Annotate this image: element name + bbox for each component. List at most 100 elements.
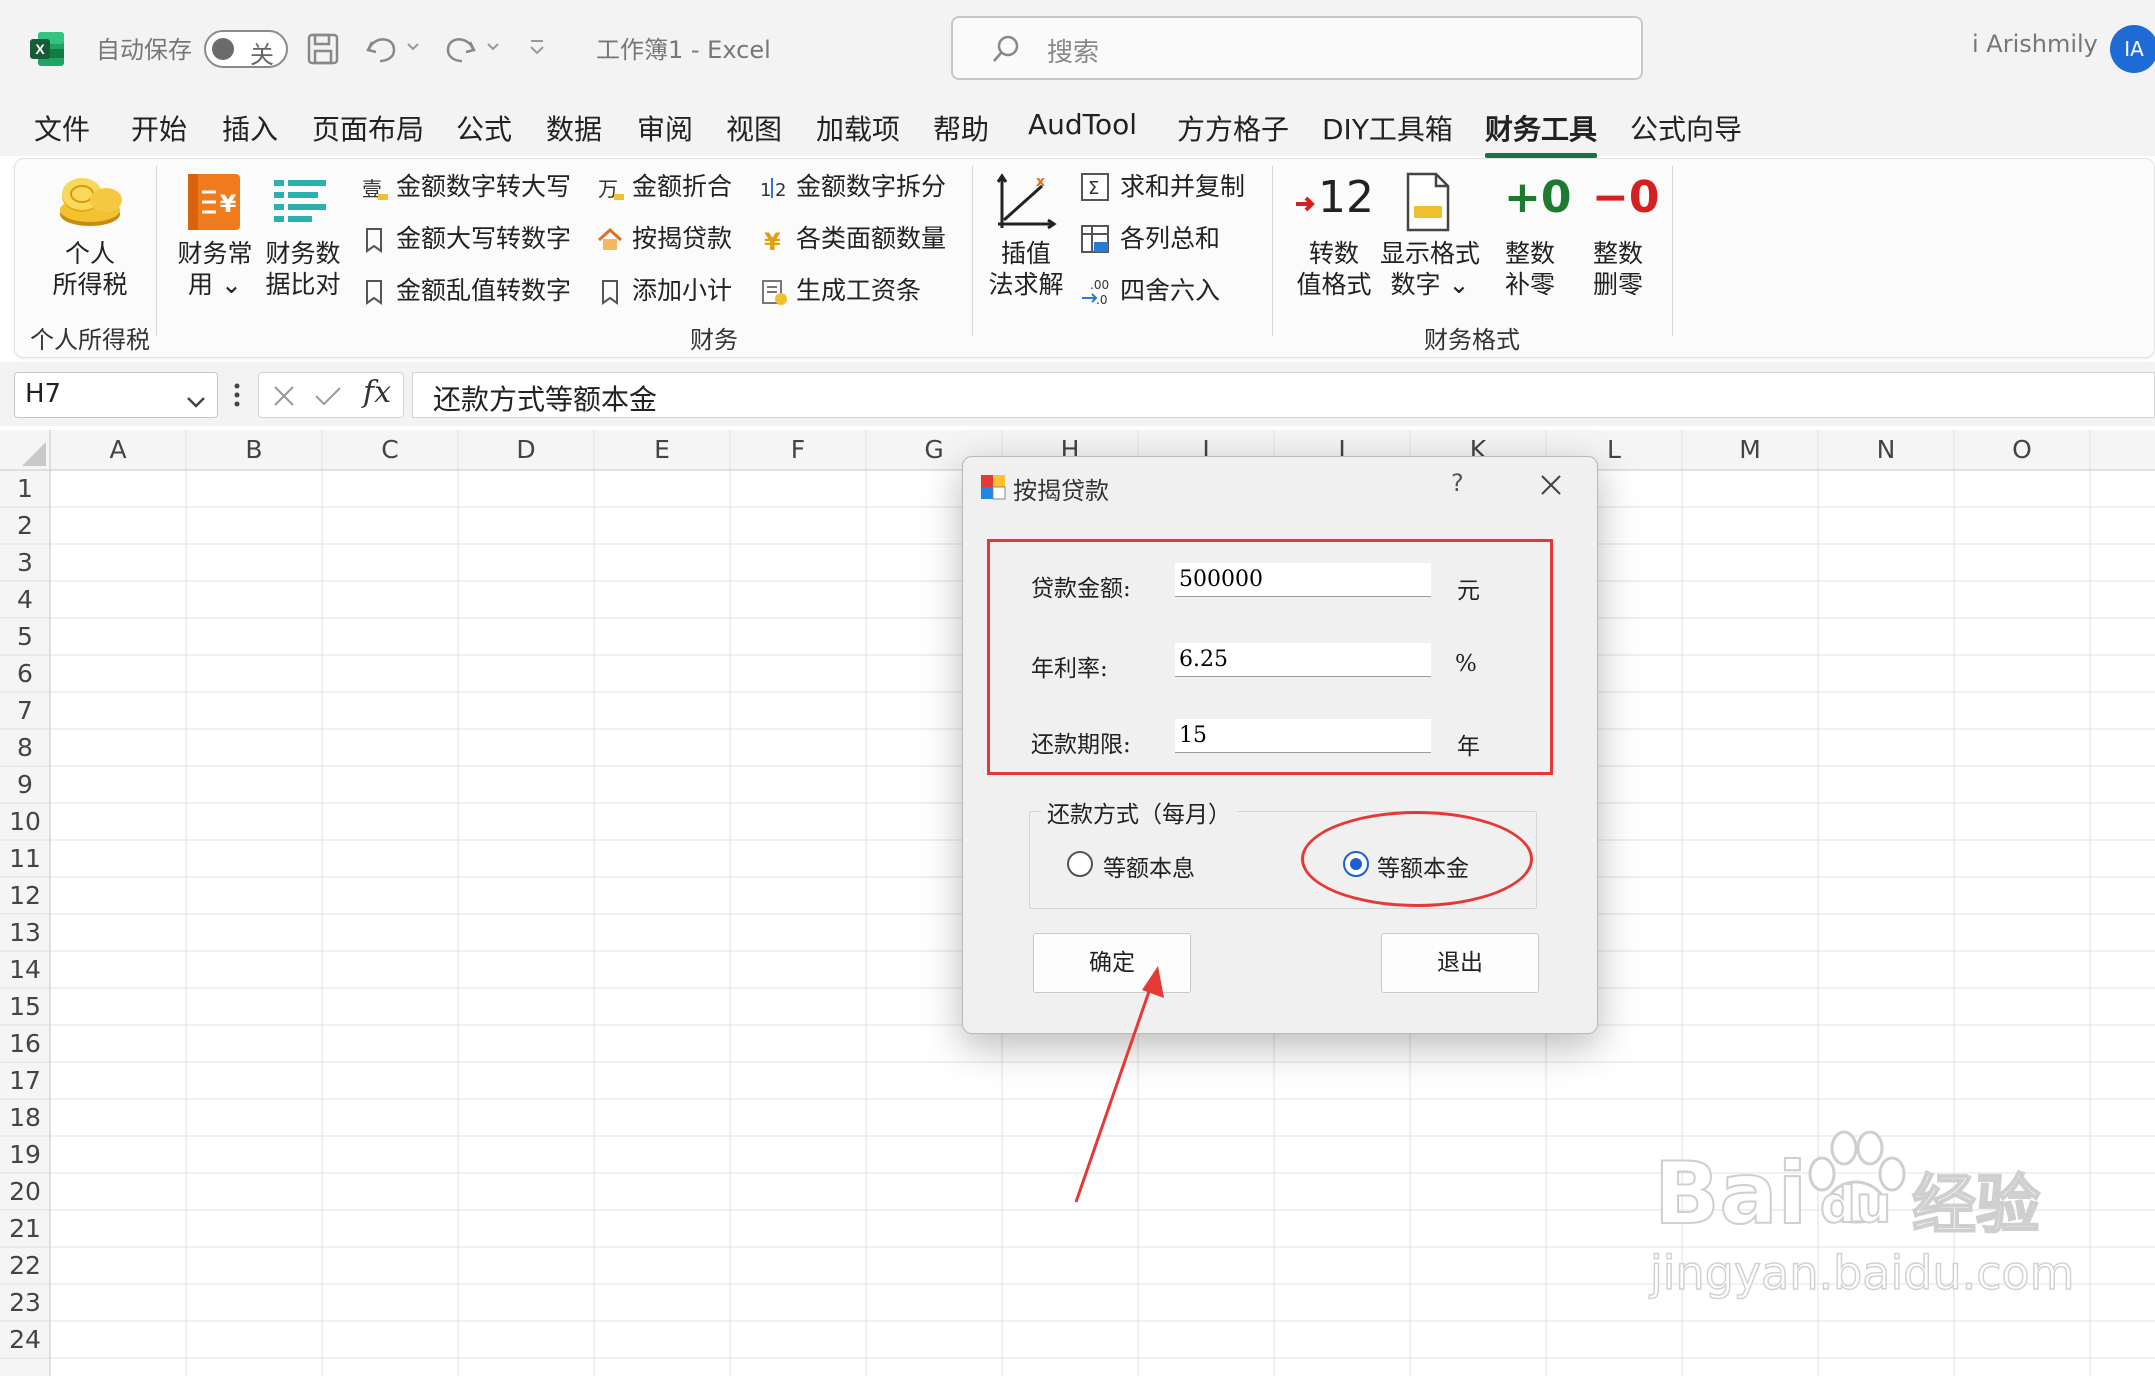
help-button[interactable]: ?: [1451, 469, 1464, 497]
personal-tax-button[interactable]: 个人 所得税: [40, 238, 140, 300]
display-format-button[interactable]: 显示格式 数字 ⌄: [1380, 238, 1480, 300]
column-header[interactable]: C: [322, 430, 458, 470]
save-icon[interactable]: [306, 32, 340, 66]
amount-to-uppercase-button[interactable]: 金额数字转大写: [396, 172, 571, 202]
name-box[interactable]: H7: [14, 372, 218, 418]
uppercase-to-amount-button[interactable]: 金额大写转数字: [396, 224, 571, 254]
column-header[interactable]: N: [1818, 430, 1954, 470]
row-header[interactable]: 17: [0, 1062, 50, 1099]
interpolation-button[interactable]: 插值 法求解: [984, 238, 1068, 300]
equal-payment-radio[interactable]: [1067, 851, 1093, 877]
denomination-count-button[interactable]: 各类面额数量: [796, 224, 946, 254]
messy-to-number-button[interactable]: 金额乱值转数字: [396, 276, 571, 306]
row-header[interactable]: 21: [0, 1210, 50, 1247]
column-header[interactable]: D: [458, 430, 594, 470]
split-amount-button[interactable]: 金额数字拆分: [796, 172, 946, 202]
convert-to-value-button[interactable]: 转数 值格式: [1288, 238, 1380, 300]
tab-addins[interactable]: 加载项: [816, 108, 900, 148]
tab-audtool[interactable]: AudTool: [1028, 108, 1137, 141]
confirm-check-icon[interactable]: [313, 383, 343, 409]
integer-pad-zero-button[interactable]: 整数 补零: [1490, 238, 1570, 300]
formula-bar: H7 fx 还款方式等额本金: [0, 362, 2155, 426]
tab-help[interactable]: 帮助: [933, 108, 989, 148]
finance-common-button[interactable]: 财务常 用 ⌄: [170, 238, 260, 300]
row-header[interactable]: 19: [0, 1136, 50, 1173]
tab-review[interactable]: 审阅: [637, 108, 693, 148]
equal-principal-label[interactable]: 等额本金: [1377, 849, 1469, 883]
mortgage-button[interactable]: 按揭贷款: [632, 224, 732, 254]
generate-payslip-button[interactable]: 生成工资条: [796, 276, 921, 306]
tab-formulas[interactable]: 公式: [456, 108, 512, 148]
tab-data[interactable]: 数据: [546, 108, 602, 148]
row-header[interactable]: 14: [0, 951, 50, 988]
round-four-six-button[interactable]: 四舍六入: [1120, 276, 1220, 306]
add-subtotal-button[interactable]: 添加小计: [632, 276, 732, 306]
cancel-icon[interactable]: [271, 383, 297, 409]
amount-conversion-button[interactable]: 金额折合: [632, 172, 732, 202]
row-header[interactable]: 10: [0, 803, 50, 840]
column-totals-button[interactable]: 各列总和: [1120, 224, 1220, 254]
more-options-icon[interactable]: [232, 380, 242, 410]
tab-finance-tools[interactable]: 财务工具: [1485, 108, 1598, 158]
tab-page-layout[interactable]: 页面布局: [312, 108, 424, 148]
sum-and-copy-button[interactable]: 求和并复制: [1120, 172, 1245, 202]
row-header[interactable]: 15: [0, 988, 50, 1025]
row-header[interactable]: 7: [0, 692, 50, 729]
user-name[interactable]: i Arishmily: [1972, 30, 2098, 58]
column-header[interactable]: B: [186, 430, 322, 470]
tab-home[interactable]: 开始: [131, 108, 187, 148]
autosave-toggle[interactable]: 关: [204, 30, 288, 69]
tab-diy-toolbox[interactable]: DIY工具箱: [1322, 108, 1453, 148]
row-header[interactable]: 18: [0, 1099, 50, 1136]
row-header[interactable]: 5: [0, 618, 50, 655]
column-header[interactable]: A: [50, 430, 186, 470]
row-header[interactable]: 8: [0, 729, 50, 766]
row-header[interactable]: 16: [0, 1025, 50, 1062]
row-header[interactable]: 1: [0, 470, 50, 507]
rate-input[interactable]: [1175, 643, 1431, 677]
search-box[interactable]: 搜索: [951, 16, 1643, 80]
row-header[interactable]: 3: [0, 544, 50, 581]
tab-insert[interactable]: 插入: [222, 108, 278, 148]
term-input[interactable]: [1175, 719, 1431, 753]
close-icon[interactable]: [1539, 473, 1563, 497]
formula-input[interactable]: 还款方式等额本金: [412, 372, 2155, 418]
insert-function-icon[interactable]: fx: [363, 375, 391, 410]
avatar[interactable]: IA: [2110, 25, 2155, 73]
row-header[interactable]: 11: [0, 840, 50, 877]
exit-button[interactable]: 退出: [1381, 933, 1539, 993]
column-header[interactable]: E: [594, 430, 730, 470]
row-header[interactable]: 20: [0, 1173, 50, 1210]
row-header[interactable]: 24: [0, 1321, 50, 1358]
ribbon-divider: [972, 166, 973, 336]
finance-compare-button[interactable]: 财务数 据比对: [258, 238, 348, 300]
row-header[interactable]: 4: [0, 581, 50, 618]
row-header[interactable]: 23: [0, 1284, 50, 1321]
customize-toolbar-icon[interactable]: [526, 36, 548, 58]
tab-fangfang[interactable]: 方方格子: [1177, 108, 1289, 148]
tab-formula-wizard[interactable]: 公式向导: [1630, 108, 1742, 148]
redo-icon[interactable]: [444, 30, 504, 64]
row-header[interactable]: 13: [0, 914, 50, 951]
tab-view[interactable]: 视图: [726, 108, 782, 148]
svg-text:Σ: Σ: [1088, 178, 1099, 199]
loan-amount-input[interactable]: [1175, 563, 1431, 597]
row-header[interactable]: 12: [0, 877, 50, 914]
tab-file[interactable]: 文件: [34, 108, 90, 148]
row-header[interactable]: 22: [0, 1247, 50, 1284]
column-header[interactable]: F: [730, 430, 866, 470]
integer-remove-zero-button[interactable]: 整数 删零: [1578, 238, 1658, 300]
chevron-down-icon[interactable]: [185, 387, 207, 408]
group-finance-format: 财务格式: [1424, 326, 1520, 354]
row-header[interactable]: 6: [0, 655, 50, 692]
pad-zero-icon: +0: [1504, 172, 1572, 223]
convert-value-label-1: 转数: [1308, 239, 1359, 268]
ribbon-divider: [156, 166, 157, 336]
row-header[interactable]: 2: [0, 507, 50, 544]
undo-icon[interactable]: [364, 30, 424, 64]
equal-principal-radio[interactable]: [1343, 851, 1369, 877]
row-header[interactable]: 9: [0, 766, 50, 803]
column-header[interactable]: M: [1682, 430, 1818, 470]
column-header[interactable]: O: [1954, 430, 2090, 470]
equal-payment-label[interactable]: 等额本息: [1103, 849, 1195, 883]
